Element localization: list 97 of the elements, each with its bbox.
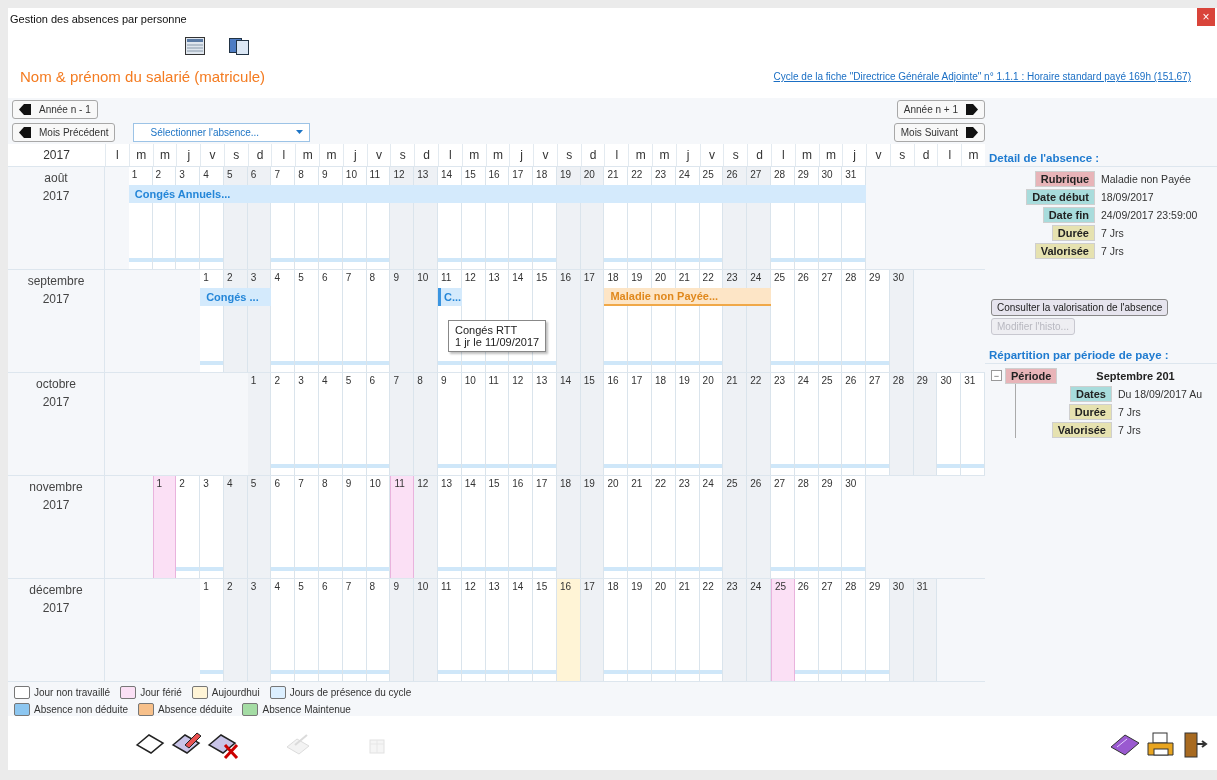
window-title: Gestion des absences par personne (10, 12, 187, 25)
year-header: 2017 (43, 147, 70, 162)
weekday-label: m (295, 143, 320, 166)
tree-value: Septembre 201 (1096, 369, 1175, 382)
tree-label[interactable]: Valorisée (1051, 421, 1112, 438)
month-year: 2017 (42, 188, 70, 203)
month-name: novembre (29, 479, 83, 494)
field-label: Valorisée (1034, 242, 1095, 259)
month-name: août (44, 170, 68, 185)
field-label: Date début (1026, 188, 1095, 205)
month-name: septembre (27, 273, 85, 288)
weekday-label: m (128, 143, 153, 166)
panel-button[interactable]: Consulter la valorisation de l'absence (991, 298, 1169, 316)
weekday-label: d (580, 143, 605, 166)
month-year: 2017 (42, 497, 70, 512)
right-arrow-icon (966, 103, 978, 115)
weekday-label: m (485, 143, 510, 166)
weekday-label: v (366, 143, 391, 166)
month-name: octobre (36, 376, 76, 391)
field-label: Durée (1051, 224, 1095, 241)
weekday-label: l (604, 143, 629, 166)
tree-value: Du 18/09/2017 Au (1118, 387, 1204, 400)
right-arrow-icon (966, 126, 978, 138)
legend-label: Absence Maintenue (262, 703, 351, 715)
weekday-label: d (247, 143, 272, 166)
field-value: 7 Jrs (1101, 244, 1125, 257)
next-month-button[interactable]: Mois Suivant (893, 122, 985, 142)
weekday-label: d (913, 143, 938, 166)
weekday-label: j (509, 143, 534, 166)
exit-door-icon (1181, 731, 1209, 760)
month-year: 2017 (42, 291, 70, 306)
weekday-label: v (699, 143, 724, 166)
weekday-label: l (937, 143, 962, 166)
weekday-label: m (961, 143, 985, 166)
caret-icon (296, 130, 304, 135)
left-arrow-icon (19, 103, 31, 115)
field-value: 18/09/2017 (1101, 190, 1155, 203)
weekday-label: l (105, 143, 129, 166)
weekday-label: m (818, 143, 843, 166)
weekday-label: s (889, 143, 914, 166)
legend-label: Absence déduite (157, 703, 233, 715)
weekday-label: d (414, 143, 438, 166)
section-heading: Detail de l'absence : (985, 147, 1217, 167)
month-year: 2017 (42, 600, 70, 615)
weekday-label: v (866, 143, 890, 166)
weekday-label: l (770, 143, 795, 166)
month-name: décembre (29, 582, 83, 597)
tree-label[interactable]: Période (1005, 367, 1058, 384)
weekday-label: j (342, 143, 367, 166)
month-year: 2017 (42, 394, 70, 409)
card-delete-icon (207, 731, 239, 760)
weekday-label: m (794, 143, 819, 166)
close-button[interactable]: × (1197, 8, 1215, 26)
weekday-label: m (152, 143, 177, 166)
field-value: 24/09/2017 23:59:00 (1101, 208, 1199, 221)
legend-label: Jours de présence du cycle (289, 686, 412, 698)
collapse-toggle[interactable]: − (991, 370, 1002, 382)
weekday-label: v (200, 143, 224, 166)
weekday-label: m (319, 143, 343, 166)
weekday-label: s (723, 143, 748, 166)
left-arrow-icon (19, 126, 31, 138)
legend-label: Jour férié (140, 686, 182, 698)
weekday-label: m (652, 143, 676, 166)
weekday-label: j (675, 143, 700, 166)
tree-label[interactable]: Durée (1068, 403, 1112, 420)
weekday-label: s (223, 143, 248, 166)
section-heading: Répartition par période de paye : (985, 344, 1217, 364)
weekday-label: s (390, 143, 415, 166)
weekday-label: j (842, 143, 867, 166)
previous-year-button[interactable]: Année n - 1 (12, 99, 98, 119)
legend-label: Absence non déduite (34, 703, 128, 715)
field-label: Date fin (1042, 206, 1095, 223)
tree-label[interactable]: Dates (1070, 385, 1112, 402)
weekday-label: m (461, 143, 486, 166)
field-label: Rubrique (1034, 170, 1095, 187)
employee-name: Nom & prénom du salarié (matricule) (20, 68, 266, 86)
weekday-label: d (747, 143, 771, 166)
next-year-button[interactable]: Année n + 1 (896, 99, 985, 119)
tree-value: 7 Jrs (1118, 405, 1142, 418)
field-value: Maladie non Payée (1101, 172, 1192, 185)
absence-dropdown[interactable]: Sélectionner l'absence... (133, 122, 311, 142)
tooltip-text: Congés RTT (454, 323, 519, 336)
legend-label: Jour non travaillé (34, 686, 111, 698)
tree-value: 7 Jrs (1118, 423, 1142, 436)
weekday-label: v (533, 143, 557, 166)
previous-month-button[interactable]: Mois Précédent (12, 122, 116, 142)
windows-icon (229, 36, 249, 55)
field-value: 7 Jrs (1101, 226, 1125, 239)
weekday-label: j (176, 143, 201, 166)
cycle-link[interactable]: Cycle de la fiche "Directrice Générale Adjointe" n° 1.1.1 : Horaire standard payé 169h (151,67) (773, 71, 1191, 83)
weekday-label: l (271, 143, 296, 166)
legend-label: Aujourdhui (211, 686, 260, 698)
calendar-icon (185, 36, 205, 55)
weekday-label: m (628, 143, 652, 166)
tooltip-text: 1 jr le 11/09/2017 (454, 335, 540, 348)
weekday-label: l (437, 143, 462, 166)
weekday-label: s (556, 143, 581, 166)
